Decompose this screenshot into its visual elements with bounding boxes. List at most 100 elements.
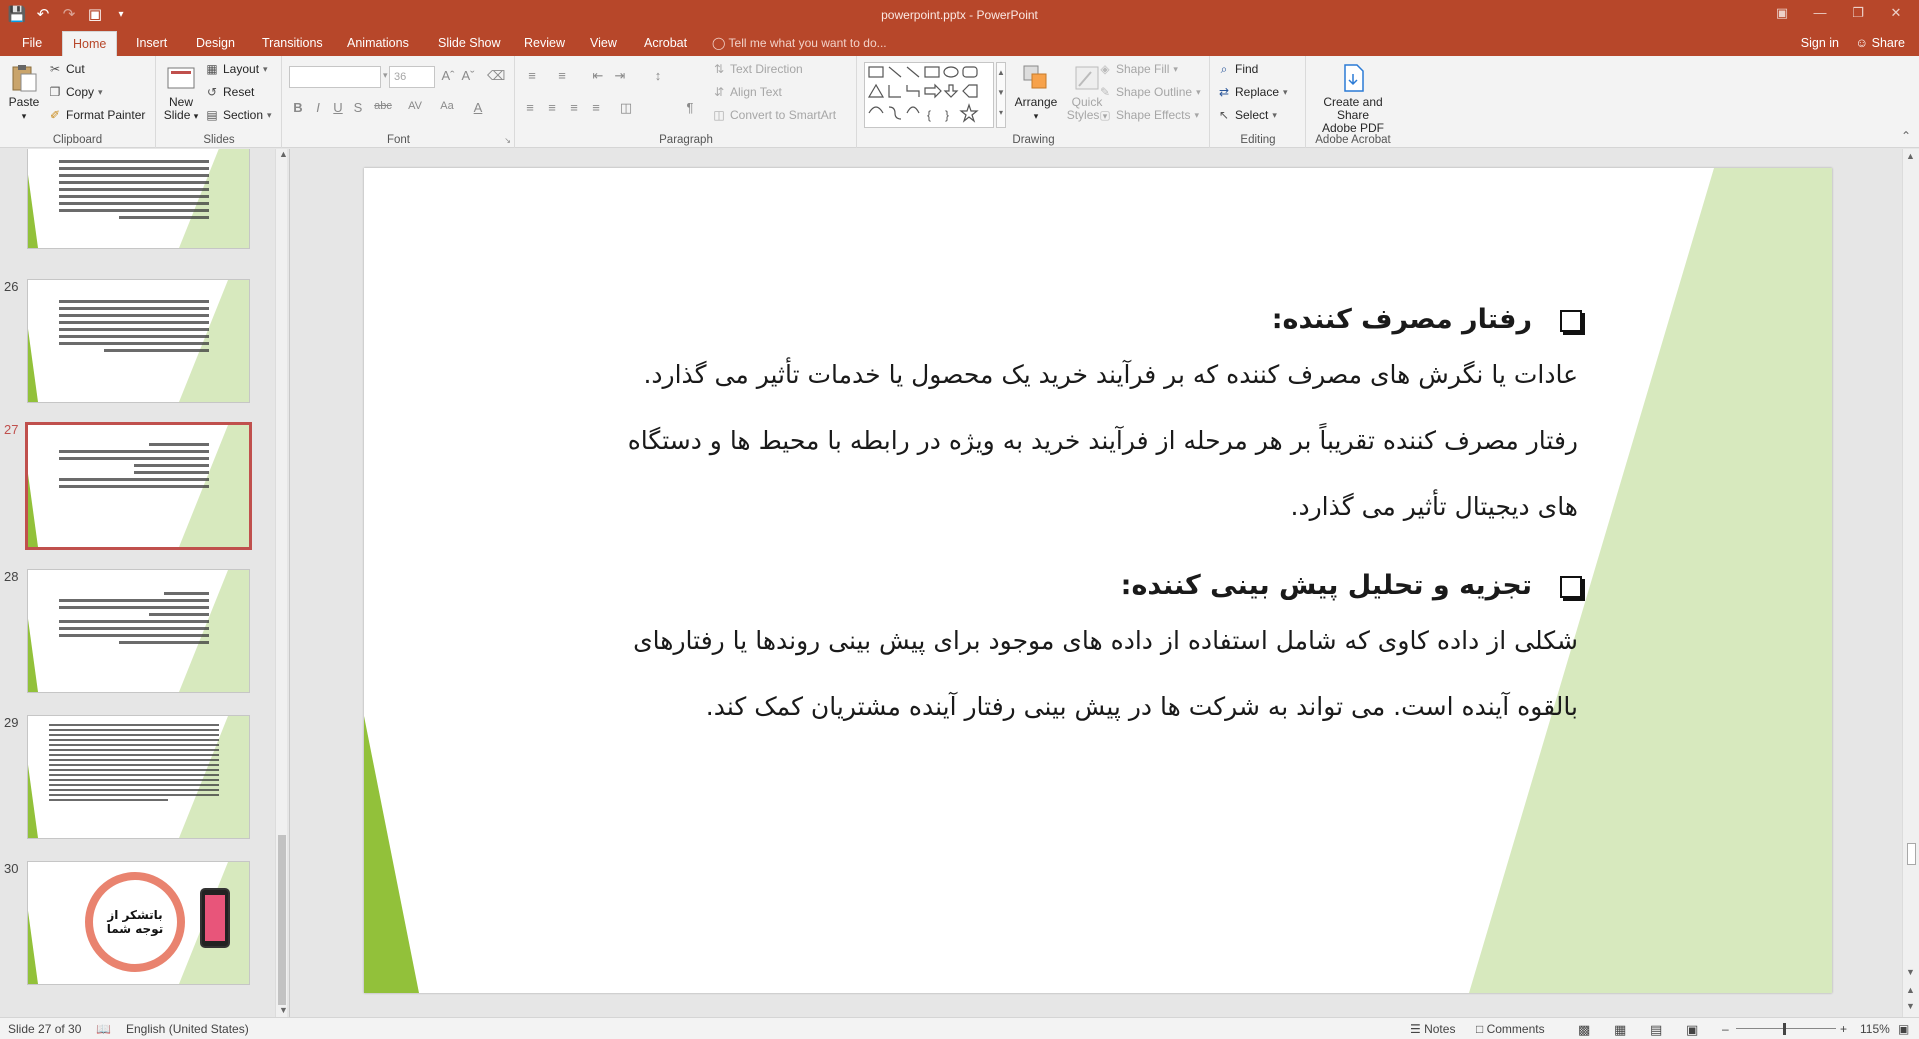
decrease-indent-icon[interactable]: ⇤ [588,68,608,84]
spellcheck-icon[interactable]: 📖 [96,1022,111,1036]
normal-view-icon[interactable]: ▩ [1578,1022,1590,1038]
fit-slide-icon[interactable]: ▣ [1898,1022,1909,1036]
shapes-gallery-scroll[interactable]: ▲ ▼ ▾ [996,62,1006,128]
slide-scrollbar[interactable]: ▲ ▼ ▲ ▼ [1902,149,1919,1017]
share-button[interactable]: ☺ Share [1855,31,1905,55]
sign-in-link[interactable]: Sign in [1801,31,1839,55]
slide-sorter-icon[interactable]: ▦ [1614,1022,1626,1038]
tab-acrobat[interactable]: Acrobat [634,31,697,56]
create-share-pdf-button[interactable]: Create and Share Adobe PDF [1307,62,1399,135]
slide-thumbnail[interactable]: باتشکر از توجه شما [27,861,250,985]
maximize-icon[interactable]: ❐ [1839,2,1877,26]
tab-review[interactable]: Review [514,31,575,56]
rtl-direction-icon[interactable]: ¶ [680,100,700,115]
columns-icon[interactable]: ◫ [616,100,636,116]
bullets-icon[interactable]: ≡ [520,68,544,83]
find-button[interactable]: ⌕ Find [1217,62,1259,76]
font-color-button[interactable]: A [469,100,487,115]
tab-animations[interactable]: Animations [337,31,419,56]
zoom-out-icon[interactable]: – [1722,1022,1729,1036]
slide-thumbnail[interactable] [27,715,250,839]
justify-icon[interactable]: ≡ [586,100,606,115]
select-button[interactable]: ↖ Select ▾ [1217,108,1277,122]
font-name-combo[interactable] [289,66,381,88]
slide-counter[interactable]: Slide 27 of 30 [8,1022,81,1036]
align-text-button[interactable]: ⇵ Align Text [712,85,782,99]
align-right-icon[interactable]: ≡ [564,100,584,115]
arrange-button[interactable]: Arrange ▾ [1010,62,1062,123]
grow-font-icon[interactable]: Aˆ [439,68,457,83]
heading-predictive-analytics[interactable]: تجزیه و تحلیل پیش بینی کننده: [682,570,1582,601]
tab-file[interactable]: File [12,31,52,56]
reading-view-icon[interactable]: ▤ [1650,1022,1662,1038]
change-case-button[interactable]: Aa [433,100,461,112]
slide-thumbnail[interactable] [27,569,250,693]
previous-slide-icon[interactable]: ▲ [1906,985,1915,995]
shape-outline-button[interactable]: ✎ Shape Outline ▾ [1098,85,1201,99]
layout-button[interactable]: ▦ Layout ▾ [205,62,267,76]
shadow-button[interactable]: S [349,100,367,115]
scrollbar-thumb[interactable] [1907,843,1916,865]
current-slide[interactable]: رفتار مصرف کننده: عادات یا نگرش های مصرف… [364,168,1832,993]
zoom-slider[interactable] [1736,1028,1836,1029]
scrollbar-thumb[interactable] [278,835,286,1005]
thumbnails-scrollbar[interactable]: ▲ ▼ [275,149,288,1017]
bold-button[interactable]: B [289,100,307,115]
shapes-gallery[interactable]: {} [864,62,994,128]
character-spacing-button[interactable]: AV [401,100,429,112]
tab-design[interactable]: Design [186,31,245,56]
clear-formatting-icon[interactable]: ⌫ [487,68,505,84]
slide-thumbnail[interactable] [27,149,250,249]
replace-button[interactable]: ⇄ Replace ▾ [1217,85,1288,99]
reset-button[interactable]: ↺ Reset [205,85,254,99]
slide-thumbnail[interactable] [27,279,250,403]
paragraph-predictive-analytics[interactable]: شکلی از داده کاوی که شامل استفاده از داد… [518,608,1578,740]
font-size-combo[interactable]: 36 [389,66,435,88]
minimize-icon[interactable]: — [1801,2,1839,26]
section-button[interactable]: ▤ Section ▾ [205,108,271,122]
format-painter-button[interactable]: ✐ Format Painter [48,108,145,122]
text-direction-button[interactable]: ⇅ Text Direction [712,62,803,76]
shape-effects-button[interactable]: ▢ Shape Effects ▾ [1098,108,1199,122]
increase-indent-icon[interactable]: ⇥ [610,68,630,84]
zoom-in-icon[interactable]: + [1840,1022,1847,1036]
tell-me-search[interactable]: ◯ Tell me what you want to do... [712,31,887,55]
font-name-dropdown-icon[interactable]: ▾ [383,70,388,81]
strikethrough-button[interactable]: abc [369,100,397,112]
heading-consumer-behavior[interactable]: رفتار مصرف کننده: [682,304,1582,335]
new-slide-button[interactable]: New Slide ▾ [163,62,199,123]
scroll-up-icon[interactable]: ▲ [279,149,288,159]
align-left-icon[interactable]: ≡ [520,100,540,115]
tab-slide-show[interactable]: Slide Show [428,31,511,56]
numbering-icon[interactable]: ≡ [550,68,574,83]
slideshow-view-icon[interactable]: ▣ [1686,1022,1698,1038]
shrink-font-icon[interactable]: Aˇ [459,68,477,83]
comments-button[interactable]: □ Comments [1476,1022,1545,1036]
dialog-launcher-icon[interactable]: ↘ [504,136,511,145]
zoom-level[interactable]: 115% [1860,1022,1890,1036]
shape-fill-button[interactable]: ◈ Shape Fill ▾ [1098,62,1178,76]
scroll-up-icon[interactable]: ▲ [1906,151,1915,161]
tab-home[interactable]: Home [62,31,118,56]
language-indicator[interactable]: English (United States) [126,1022,249,1036]
copy-button[interactable]: ❐ Copy ▾ [48,85,103,99]
paragraph-consumer-behavior[interactable]: عادات یا نگرش های مصرف کننده که بر فرآین… [518,342,1578,540]
slide-thumbnail-selected[interactable] [25,422,252,550]
next-slide-icon[interactable]: ▼ [1906,1001,1915,1011]
restore-icon[interactable]: ▣ [1763,2,1801,26]
notes-button[interactable]: ☰ Notes [1410,1022,1455,1036]
scroll-down-icon[interactable]: ▼ [279,1005,288,1015]
tab-view[interactable]: View [580,31,627,56]
zoom-slider-thumb[interactable] [1783,1023,1786,1035]
scroll-down-icon[interactable]: ▼ [1906,967,1915,977]
convert-smartart-button[interactable]: ◫ Convert to SmartArt [712,108,836,122]
close-icon[interactable]: ✕ [1877,2,1915,26]
line-spacing-icon[interactable]: ↕ [646,68,670,83]
underline-button[interactable]: U [329,100,347,115]
italic-button[interactable]: I [309,100,327,115]
align-center-icon[interactable]: ≡ [542,100,562,115]
paste-button[interactable]: Paste ▾ [6,62,42,123]
tab-insert[interactable]: Insert [126,31,177,56]
cut-button[interactable]: ✂ Cut [48,62,85,76]
tab-transitions[interactable]: Transitions [252,31,333,56]
